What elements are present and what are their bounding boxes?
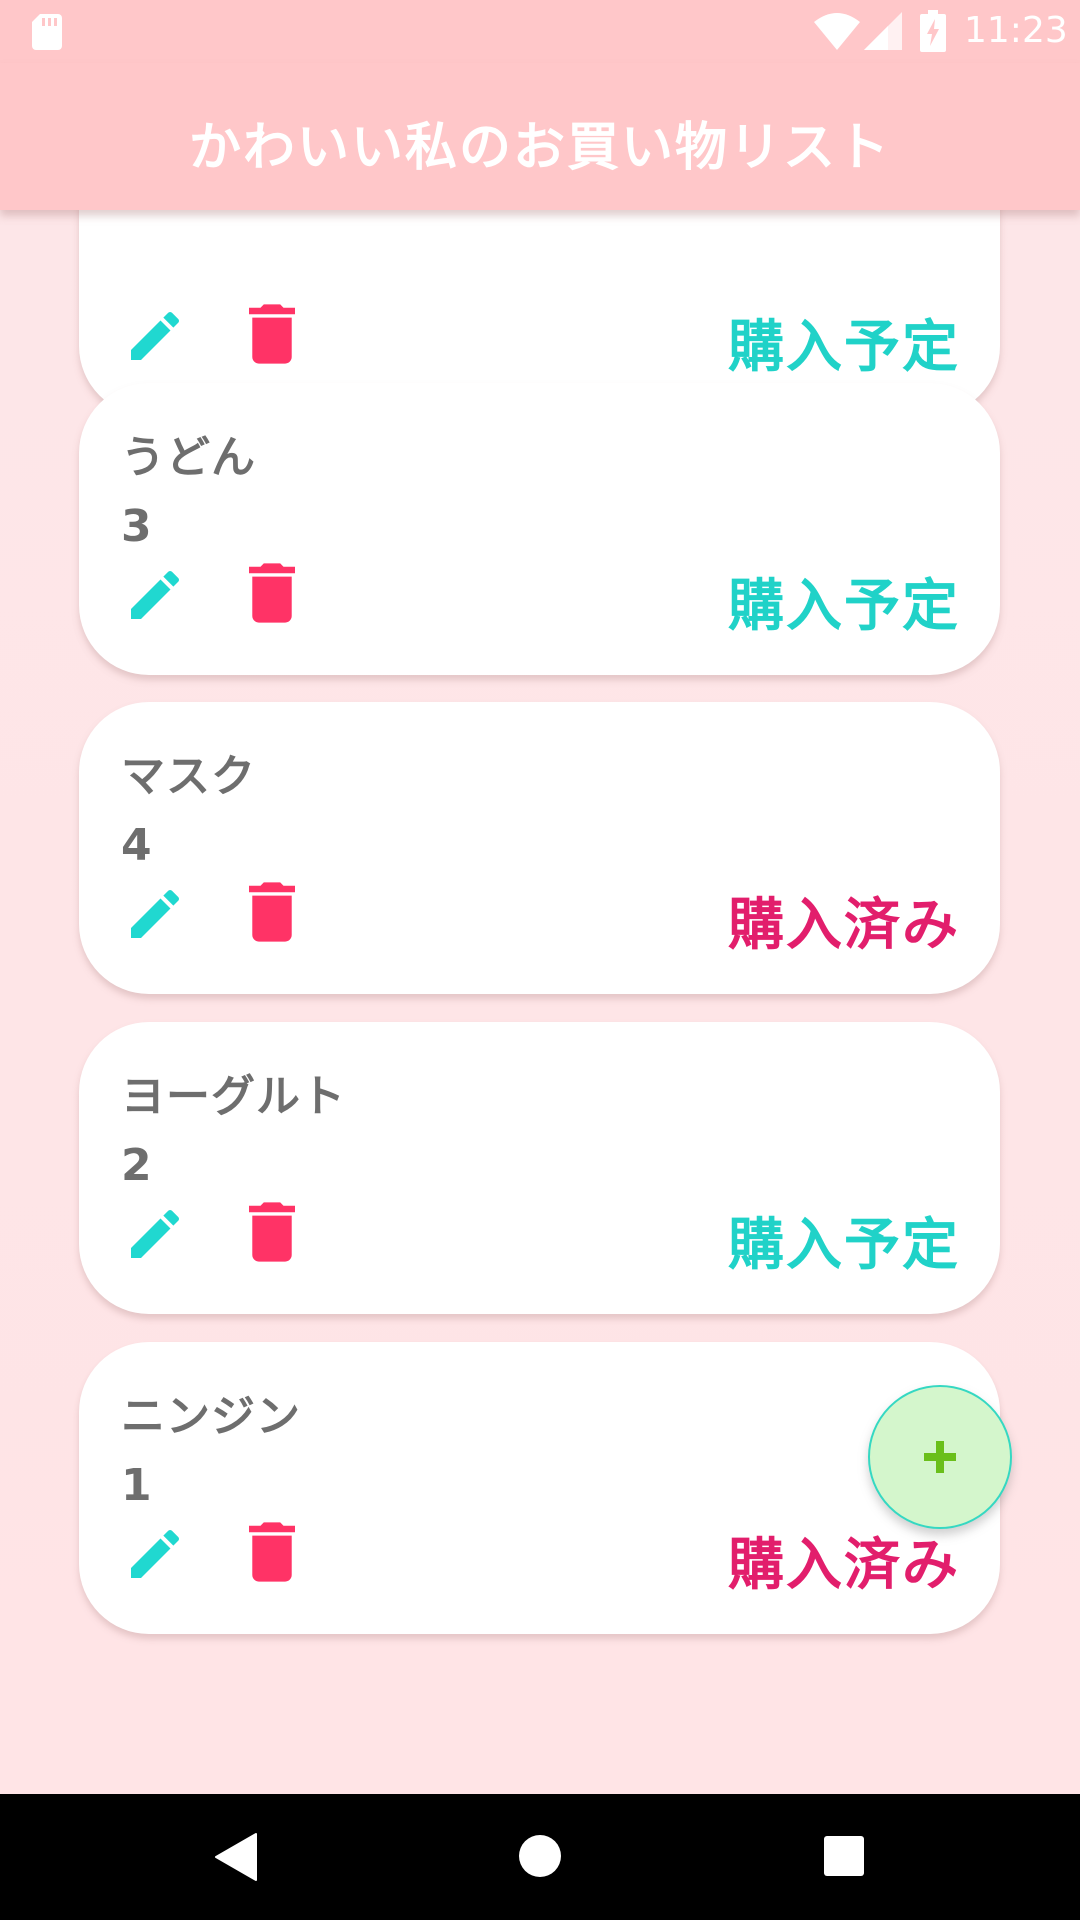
shopping-list[interactable]: 購入予定 うどん 3 購入予定 マスク 4 購入済み ヨーグルト 2 購入予定 …	[0, 210, 1080, 1794]
recent-apps-icon[interactable]	[824, 1836, 864, 1876]
purchase-status[interactable]: 購入済み	[728, 1520, 960, 1601]
purchase-status[interactable]: 購入済み	[728, 880, 960, 961]
item-quantity: 4	[121, 820, 152, 871]
status-time: 11:23	[964, 10, 1068, 51]
edit-icon[interactable]	[123, 1522, 187, 1586]
home-icon[interactable]	[518, 1834, 562, 1878]
wifi-icon	[814, 13, 860, 50]
item-name: ヨーグルト	[121, 1071, 346, 1122]
cell-signal-icon	[864, 12, 902, 50]
delete-icon[interactable]	[249, 1520, 295, 1584]
purchase-status[interactable]: 購入予定	[728, 302, 960, 383]
battery-charging-icon	[920, 10, 946, 52]
edit-icon[interactable]	[123, 1202, 187, 1266]
delete-icon[interactable]	[249, 561, 295, 625]
item-name: うどん	[121, 432, 256, 483]
navigation-bar	[0, 1794, 1080, 1920]
edit-icon[interactable]	[123, 563, 187, 627]
delete-icon[interactable]	[249, 1200, 295, 1264]
purchase-status[interactable]: 購入予定	[728, 1200, 960, 1281]
purchase-status[interactable]: 購入予定	[728, 561, 960, 642]
status-bar: 11:23	[0, 0, 1080, 63]
item-quantity: 2	[121, 1140, 152, 1191]
page-title: かわいい私のお買い物リスト	[188, 118, 891, 178]
list-item[interactable]: ヨーグルト 2 購入予定	[79, 1022, 1000, 1314]
delete-icon[interactable]	[249, 880, 295, 944]
list-item[interactable]: マスク 4 購入済み	[79, 702, 1000, 994]
item-quantity: 3	[121, 501, 152, 552]
plus-icon	[924, 1441, 956, 1473]
item-name: ニンジン	[121, 1391, 301, 1442]
edit-icon[interactable]	[123, 882, 187, 946]
edit-icon[interactable]	[123, 304, 187, 368]
app-bar: かわいい私のお買い物リスト	[0, 63, 1080, 210]
back-icon[interactable]	[214, 1832, 258, 1882]
list-item[interactable]: ニンジン 1 購入済み	[79, 1342, 1000, 1634]
item-name: マスク	[121, 751, 256, 802]
list-item[interactable]: うどん 3 購入予定	[79, 383, 1000, 675]
item-quantity: 1	[121, 1460, 152, 1511]
sd-card-icon	[32, 14, 62, 50]
add-item-button[interactable]	[868, 1385, 1012, 1529]
delete-icon[interactable]	[249, 302, 295, 366]
